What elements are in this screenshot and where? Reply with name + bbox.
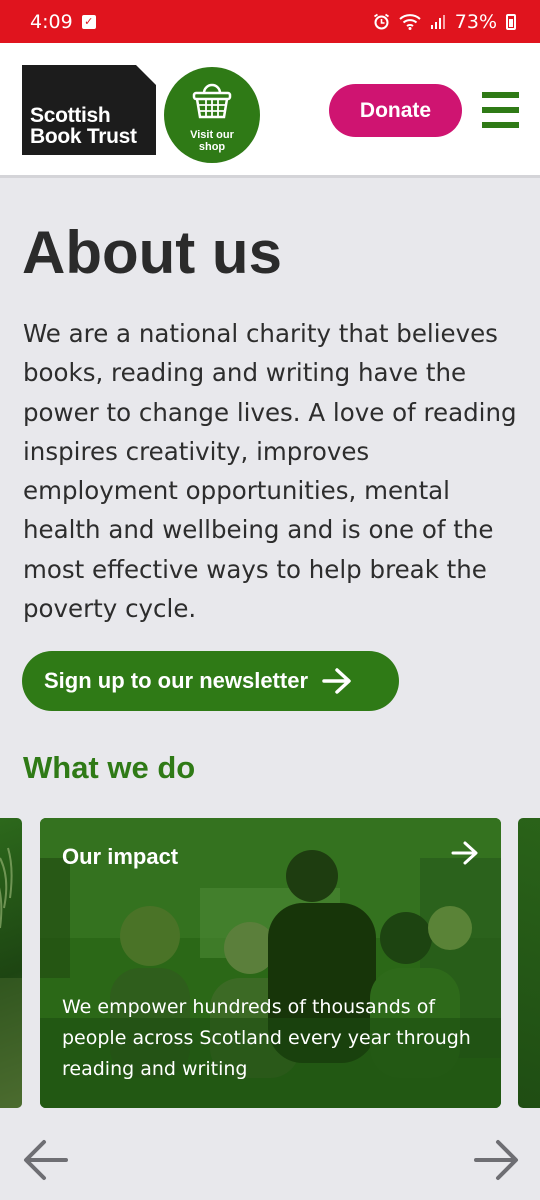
battery-percent: 73% [454, 10, 497, 33]
site-header: Scottish Book Trust Visit our shop Donat… [0, 43, 540, 178]
next-card-edge[interactable] [518, 818, 540, 1108]
carousel-prev-arrow-icon[interactable] [22, 1136, 70, 1184]
battery-icon [506, 13, 516, 30]
card-our-impact[interactable]: Our impact We empower hundreds of thousa… [40, 818, 501, 1108]
status-bar: 4:09 ✓ 73% [0, 0, 540, 43]
intro-paragraph: We are a national charity that believes … [23, 319, 517, 624]
hamburger-menu-icon[interactable] [482, 92, 519, 128]
page-title: About us [22, 219, 282, 286]
logo-line-2: Book Trust [30, 125, 137, 148]
check-notification-icon: ✓ [81, 14, 96, 29]
card-title: Our impact [62, 844, 179, 869]
visit-shop-button[interactable]: Visit our shop [164, 67, 260, 163]
shop-label: Visit our shop [190, 129, 234, 153]
status-time: 4:09 [30, 10, 73, 33]
newsletter-label: Sign up to our newsletter [44, 668, 309, 693]
scottish-book-trust-logo[interactable]: Scottish Book Trust [22, 65, 156, 155]
arrow-right-icon [322, 668, 351, 694]
basket-icon [192, 83, 232, 119]
card-arrow-right-icon[interactable] [451, 840, 479, 866]
section-heading: What we do [23, 750, 196, 785]
what-we-do-carousel[interactable]: Our impact We empower hundreds of thousa… [0, 818, 540, 1108]
alarm-icon [373, 13, 390, 30]
card-description: We empower hundreds of thousands of peop… [62, 996, 471, 1080]
newsletter-signup-button[interactable]: Sign up to our newsletter [22, 651, 399, 711]
previous-card-edge[interactable] [0, 818, 22, 1108]
donate-button[interactable]: Donate [329, 84, 462, 137]
logo-line-1: Scottish [30, 104, 111, 127]
carousel-next-arrow-icon[interactable] [472, 1136, 520, 1184]
wifi-icon [399, 13, 421, 30]
signal-icon [430, 14, 446, 30]
